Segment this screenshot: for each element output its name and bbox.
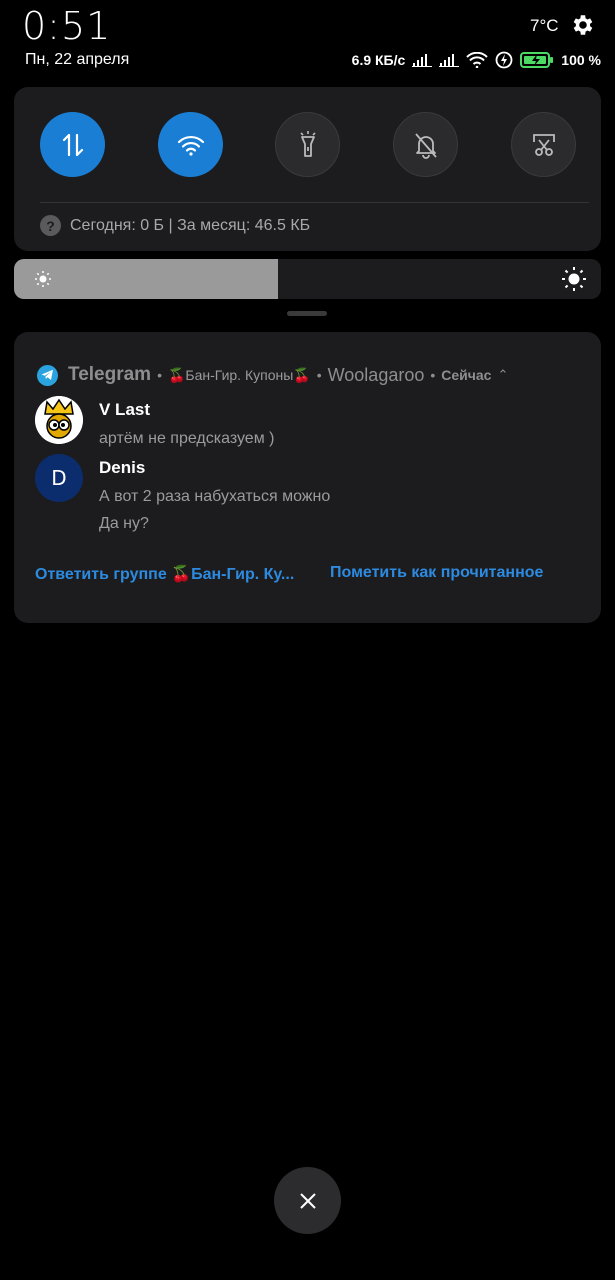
- temperature-label: 7°C: [530, 16, 559, 35]
- scissors-icon: [532, 133, 555, 156]
- flashlight-icon: [299, 130, 316, 157]
- gear-icon[interactable]: [569, 12, 595, 38]
- notification-header: Telegram • 🍒Бан-Гир. Купоны🍒 • Woolagaro…: [37, 364, 508, 386]
- data-saver-icon: [495, 51, 513, 69]
- time-label: Сейчас: [441, 367, 492, 383]
- date-label: Пн, 22 апреля: [25, 51, 130, 68]
- data-usage-text: Сегодня: 0 Б | За месяц: 46.5 КБ: [70, 216, 311, 234]
- wifi-status-icon: [466, 52, 489, 68]
- toggle-flashlight[interactable]: [275, 112, 340, 177]
- close-icon: [299, 1192, 316, 1209]
- separator-dot: •: [157, 367, 162, 383]
- brightness-slider[interactable]: [14, 259, 601, 299]
- wifi-icon: [177, 135, 204, 156]
- toggle-silent[interactable]: [393, 112, 458, 177]
- data-arrows-icon: [62, 133, 83, 156]
- avatar-denis: D: [35, 454, 83, 502]
- clock: 0:51: [22, 4, 112, 48]
- clear-notifications-button[interactable]: [274, 1167, 341, 1234]
- toggle-screenshot[interactable]: [511, 112, 576, 177]
- reply-button[interactable]: Ответить группе 🍒Бан-Гир. Ку...: [35, 564, 294, 584]
- status-indicators: 6.9 КБ/с 100 %: [352, 51, 601, 69]
- message-text: Да ну?: [99, 515, 149, 532]
- group-name: 🍒Бан-Гир. Купоны🍒: [167, 366, 311, 383]
- separator-dot: •: [430, 367, 436, 383]
- battery-icon: [520, 52, 554, 68]
- account-name: Woolagaroo: [327, 364, 425, 385]
- toggle-mobile-data[interactable]: [40, 112, 105, 177]
- network-speed: 6.9 КБ/с: [351, 52, 406, 68]
- brightness-high-icon: [562, 267, 586, 291]
- drag-handle[interactable]: [287, 311, 327, 316]
- chevron-up-icon[interactable]: ⌃: [497, 367, 508, 383]
- data-usage[interactable]: ? Сегодня: 0 Б | За месяц: 46.5 КБ: [40, 215, 310, 236]
- mark-read-button[interactable]: Пометить как прочитанное: [330, 564, 543, 582]
- app-name: Telegram: [68, 364, 152, 385]
- brightness-low-icon: [35, 271, 51, 287]
- avatar-v-last: [35, 396, 83, 444]
- message-text: А вот 2 раза набухаться можно: [99, 488, 331, 505]
- telegram-icon: [37, 364, 58, 386]
- message-text: артём не предсказуем ): [99, 430, 275, 447]
- battery-percent: 100 %: [561, 52, 601, 68]
- toggle-wifi[interactable]: [158, 112, 223, 177]
- signal-icon-2: [439, 54, 460, 67]
- bell-off-icon: [414, 132, 437, 159]
- divider: [40, 202, 589, 203]
- brightness-fill: [14, 259, 279, 299]
- separator-dot: •: [316, 367, 322, 383]
- quick-settings-panel: ? Сегодня: 0 Б | За месяц: 46.5 КБ: [14, 87, 601, 251]
- help-icon: ?: [40, 215, 61, 236]
- sender-name: V Last: [99, 400, 151, 419]
- owl-king-avatar-icon: [35, 396, 83, 444]
- signal-icon: [412, 54, 433, 67]
- telegram-notification[interactable]: Telegram • 🍒Бан-Гир. Купоны🍒 • Woolagaro…: [14, 332, 601, 623]
- sender-name: Denis: [99, 458, 146, 477]
